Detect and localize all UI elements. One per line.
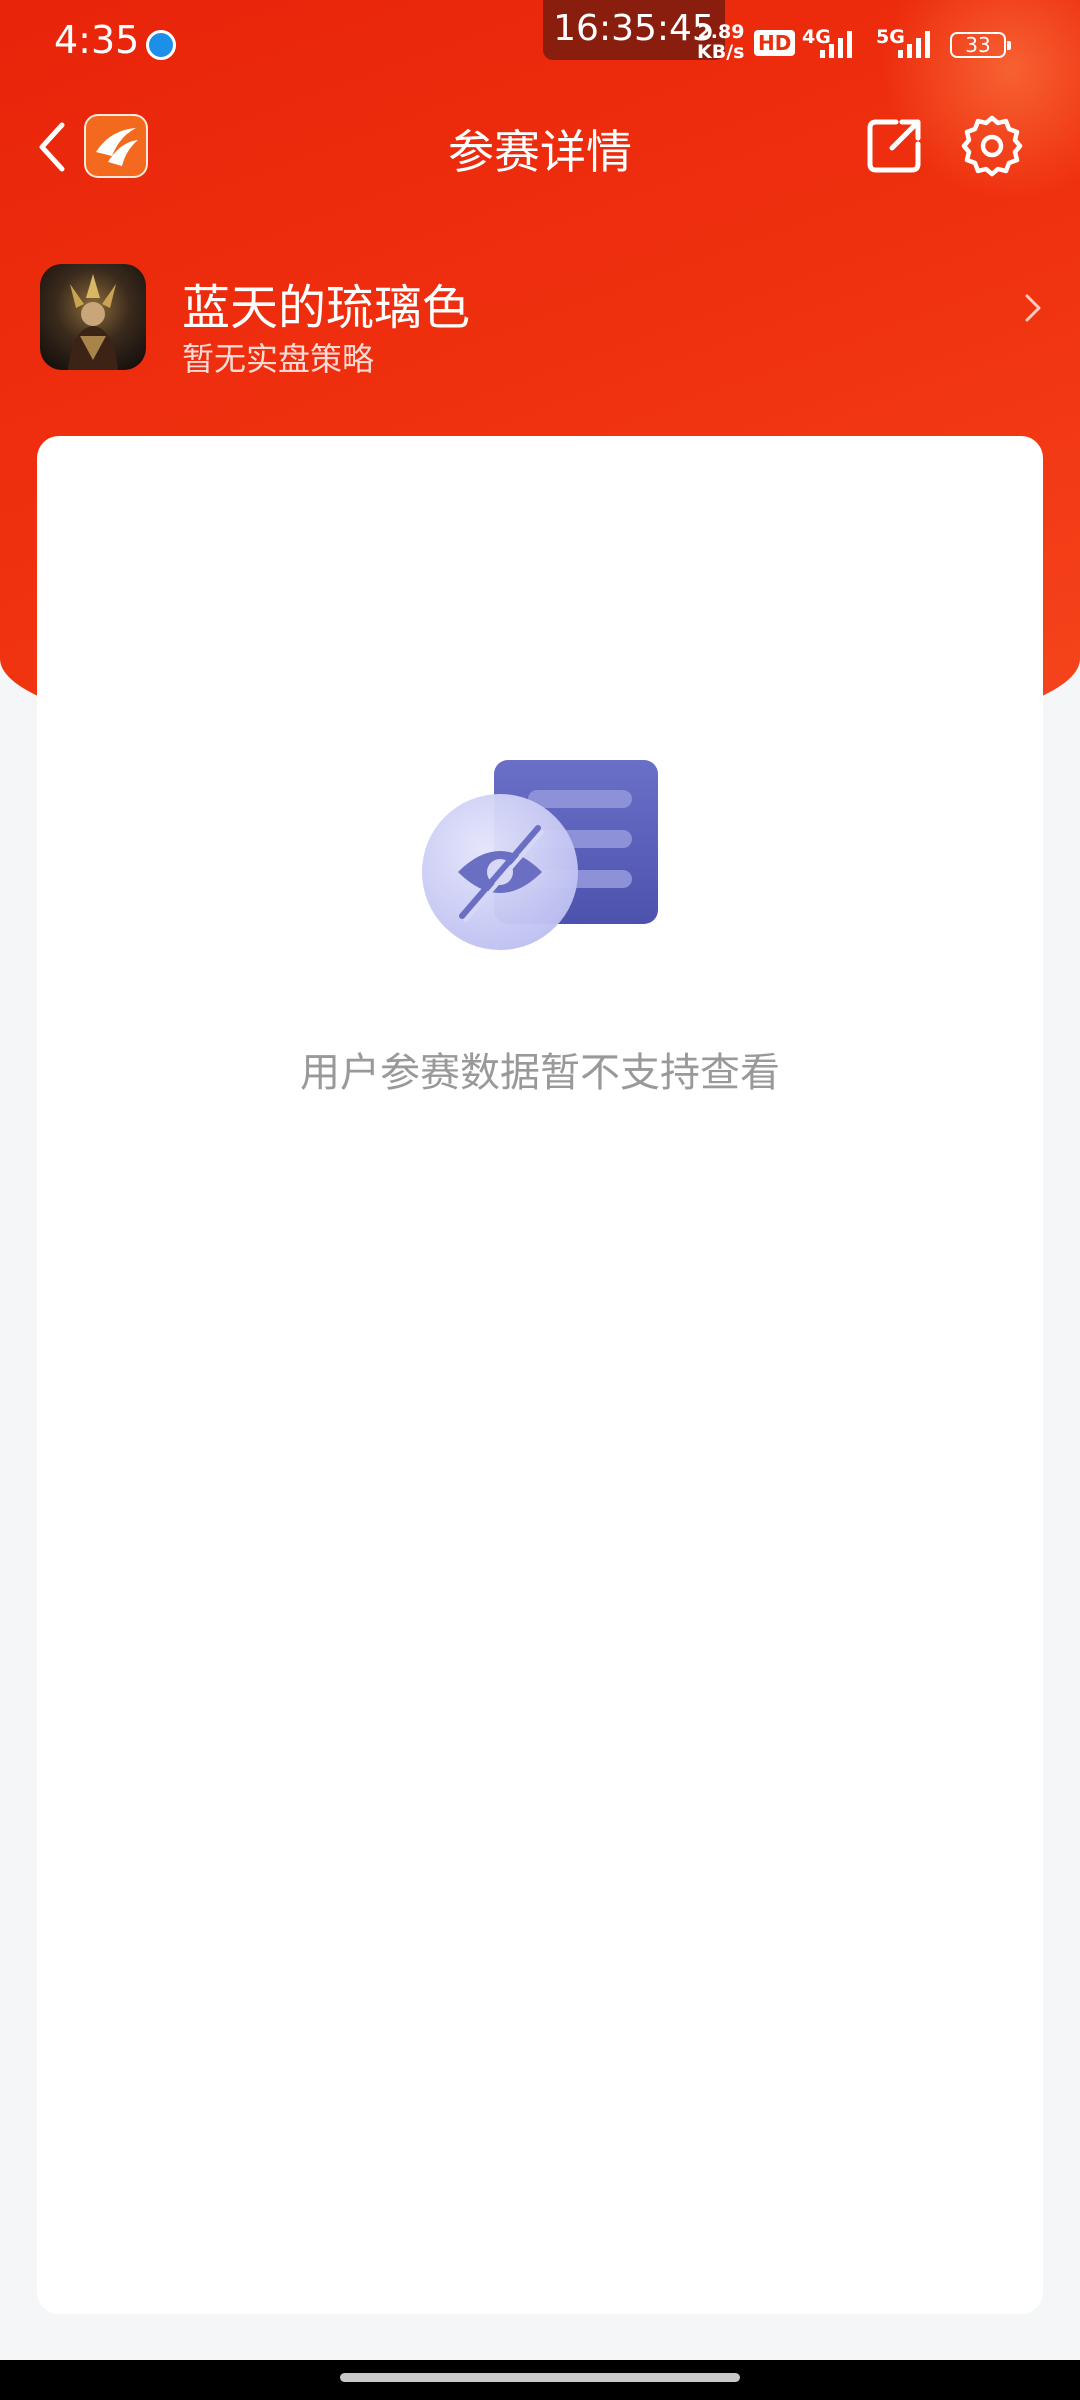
status-time: 4:35 [54,18,140,62]
hd-badge: HD [754,30,796,56]
signal-4g-icon [820,30,852,58]
content-card [37,436,1043,2314]
empty-state-message: 用户参赛数据暂不支持查看 [300,1050,780,1096]
user-strategy-status: 暂无实盘策略 [182,340,375,378]
chevron-right-icon [1025,294,1041,322]
gear-icon [961,115,1023,177]
hidden-document-icon [422,760,658,950]
network-speed-value: 2.89 [697,21,745,43]
settings-button[interactable] [958,112,1026,180]
user-name: 蓝天的琉璃色 [182,280,471,336]
notification-icon [146,30,176,60]
network-speed-unit: KB/s [697,41,745,63]
empty-state-illustration [420,756,660,956]
share-external-icon [867,119,921,173]
share-button[interactable] [862,114,926,178]
network-speed: 2.89 KB/s [697,22,744,62]
avatar [40,264,146,370]
battery-icon: 33 [950,32,1011,58]
signal-5g-icon [898,30,930,58]
home-indicator[interactable] [340,2373,740,2382]
